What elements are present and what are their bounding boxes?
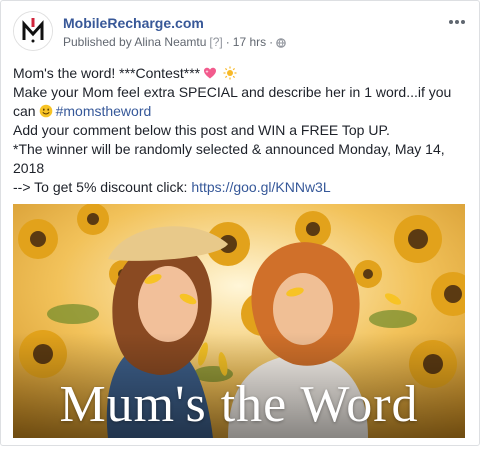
page-avatar[interactable] [13,11,53,51]
byline-separator-2: · [269,35,274,49]
more-options-button[interactable] [447,15,467,29]
post-timestamp[interactable]: 17 hrs [233,35,266,49]
hashtag-link[interactable]: #momstheword [56,103,152,119]
post-line-6: --> To get 5% discount click: https://go… [13,178,469,197]
sparkling-heart-icon [204,67,217,79]
help-question-mark[interactable]: [?] [209,35,222,49]
post-line-4: Add your comment below this post and WIN… [13,122,390,138]
discount-text: --> To get 5% discount click: [13,179,188,195]
post-card: MobileRecharge.com Published by Alina Ne… [0,0,480,446]
mobilerecharge-logo-icon [14,12,52,50]
globe-icon[interactable] [276,38,286,48]
post-line-5: *The winner will be randomly selected & … [13,141,445,176]
smiling-face-icon [39,104,52,118]
discount-link[interactable]: https://goo.gl/KNNw3L [191,179,330,195]
photo-caption: Mum's the Word [59,376,419,433]
post-line-1-text: Mom's the word! ***Contest*** [13,65,201,81]
post-message: Mom's the word! ***Contest*** Make your … [13,64,469,197]
post-line-3: can #momstheword [13,102,469,121]
post-byline: Published by Alina Neamtu [?] · 17 hrs · [63,35,286,49]
sun-icon [223,66,237,80]
post-line-3-text: can [13,103,36,119]
page-name-link[interactable]: MobileRecharge.com [63,15,204,31]
post-header: MobileRecharge.com Published by Alina Ne… [13,11,467,55]
more-options-icon [449,20,465,24]
post-line-2: Make your Mom feel extra SPECIAL and des… [13,84,452,100]
byline-separator: · [225,35,230,49]
post-photo[interactable]: Mum's the Word [13,204,465,438]
post-line-1: Mom's the word! ***Contest*** [13,64,469,83]
published-by-text[interactable]: Published by Alina Neamtu [63,35,206,49]
